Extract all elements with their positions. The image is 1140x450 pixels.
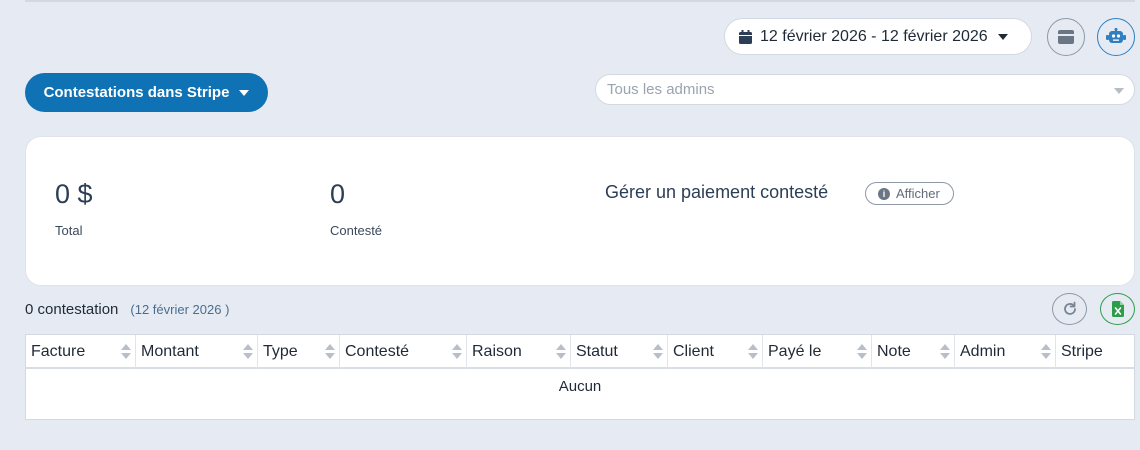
sort-icon — [1041, 344, 1051, 360]
manage-dispute-title: Gérer un paiement contesté — [605, 182, 829, 202]
date-range-picker[interactable]: 12 février 2026 - 12 février 2026 — [724, 18, 1032, 55]
sort-icon — [243, 344, 253, 360]
chevron-down-icon — [239, 89, 250, 96]
column-header[interactable]: Note — [872, 335, 955, 369]
sort-icon — [857, 344, 867, 360]
column-header[interactable]: Contesté — [340, 335, 467, 369]
table-header: Facture Montant Type Contesté Raison Sta… — [26, 335, 1134, 369]
chevron-down-icon — [1114, 88, 1124, 94]
column-header[interactable]: Montant — [136, 335, 258, 369]
column-header[interactable]: Raison — [467, 335, 571, 369]
date-range-text: 12 février 2026 - 12 février 2026 — [760, 27, 988, 45]
refresh-icon — [1063, 301, 1076, 315]
robot-assistant-button[interactable] — [1097, 18, 1135, 56]
sort-icon — [748, 344, 758, 360]
column-header[interactable]: Type — [258, 335, 340, 369]
sort-icon — [940, 344, 950, 360]
column-header[interactable]: Stripe — [1056, 335, 1134, 369]
sort-icon — [452, 344, 462, 360]
admin-filter-placeholder: Tous les admins — [607, 81, 715, 98]
excel-icon — [1111, 301, 1124, 317]
sort-icon — [325, 344, 335, 360]
chevron-down-icon — [997, 33, 1008, 40]
column-header[interactable]: Payé le — [763, 335, 872, 369]
card-view-button[interactable] — [1047, 18, 1085, 56]
disputes-table: Facture Montant Type Contesté Raison Sta… — [25, 334, 1135, 420]
dispute-count: 0 contestation — [25, 301, 119, 318]
column-header[interactable]: Statut — [571, 335, 668, 369]
column-header[interactable]: Client — [668, 335, 763, 369]
sort-icon — [653, 344, 663, 360]
sort-icon — [121, 344, 131, 360]
dispute-count-line: 0 contestation (12 février 2026 ) — [25, 301, 229, 318]
admin-filter-select[interactable]: Tous les admins — [595, 74, 1135, 105]
info-icon: i — [878, 187, 890, 200]
robot-icon — [1106, 28, 1126, 43]
column-header[interactable]: Facture — [26, 335, 136, 369]
stats-card: 0 $ Total 0 Contesté Gérer un paiement c… — [25, 136, 1135, 286]
dispute-source-dropdown[interactable]: Contestations dans Stripe — [25, 73, 268, 112]
empty-table-row: Aucun — [26, 369, 1134, 403]
show-button[interactable]: i Afficher — [865, 182, 954, 205]
disputed-value: 0 — [330, 179, 346, 209]
empty-table-text: Aucun — [558, 377, 602, 395]
show-button-label: Afficher — [896, 186, 940, 201]
excel-export-button[interactable] — [1100, 293, 1135, 325]
column-header[interactable]: Admin — [955, 335, 1056, 369]
disputed-label: Contesté — [330, 223, 383, 238]
calendar-icon — [739, 29, 752, 44]
sort-icon — [556, 344, 566, 360]
refresh-button[interactable] — [1052, 293, 1087, 325]
dispute-source-label: Contestations dans Stripe — [43, 84, 230, 101]
card-icon — [1058, 30, 1074, 44]
total-label: Total — [55, 223, 83, 238]
dispute-date: (12 février 2026 ) — [130, 302, 230, 317]
total-value: 0 $ — [55, 179, 93, 209]
top-divider — [25, 0, 1135, 2]
